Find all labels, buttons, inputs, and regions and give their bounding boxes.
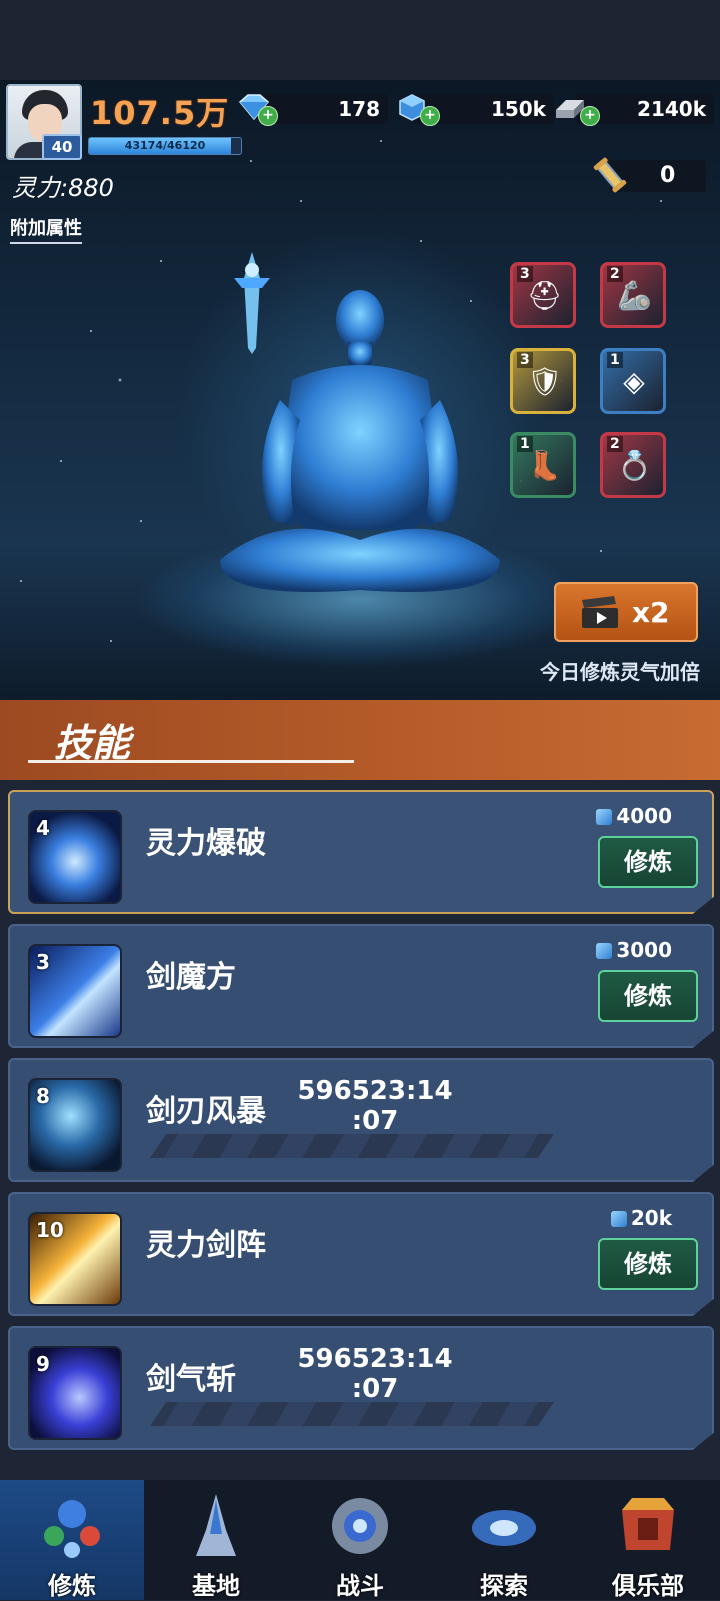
nav-tab-base[interactable]: 基地 bbox=[144, 1480, 288, 1600]
skills-title-underline bbox=[28, 760, 354, 763]
nav-tab-label: 探索 bbox=[480, 1572, 528, 1600]
skill-level: 8 bbox=[36, 1084, 50, 1108]
scroll-key-icon bbox=[593, 157, 627, 193]
equip-slot-armor[interactable]: 3 🛡 bbox=[510, 348, 576, 414]
nav-tab-label: 修炼 bbox=[48, 1572, 96, 1600]
skill-cooldown-timer: 596523:14 :07 bbox=[297, 1344, 453, 1404]
add-ingot-button[interactable]: + bbox=[580, 106, 600, 126]
skill-progress-bar bbox=[150, 1402, 554, 1426]
skill-card[interactable]: 3 剑魔方 3000 修炼 bbox=[8, 924, 714, 1048]
diamond-count: 178 bbox=[264, 94, 388, 124]
equip-slot-belt[interactable]: 1 ◈ bbox=[600, 348, 666, 414]
skill-name: 剑魔方 bbox=[146, 960, 236, 995]
skill-name: 剑刃风暴 bbox=[146, 1094, 266, 1129]
xp-bar: 43174/46120 bbox=[88, 137, 242, 155]
nav-tab-explore[interactable]: 探索 bbox=[432, 1480, 576, 1600]
skill-icon: 9 bbox=[28, 1346, 122, 1440]
base-icon bbox=[196, 1494, 236, 1556]
skill-name: 剑气斩 bbox=[146, 1362, 236, 1397]
skill-cost: 20k bbox=[610, 1206, 672, 1230]
player-level-badge: 40 bbox=[42, 134, 82, 160]
helmet-icon: ⛑ bbox=[527, 279, 563, 312]
skill-cost-value: 4000 bbox=[616, 804, 672, 828]
equip-slot-gauntlet[interactable]: 2 🦾 bbox=[600, 262, 666, 328]
nav-tab-battle[interactable]: 战斗 bbox=[288, 1480, 432, 1600]
skill-name: 灵力爆破 bbox=[146, 826, 266, 861]
blue-cube-icon bbox=[596, 809, 613, 825]
skill-level: 4 bbox=[36, 816, 50, 840]
skill-icon: 4 bbox=[28, 810, 122, 904]
equip-slot-helmet[interactable]: 3 ⛑ bbox=[510, 262, 576, 328]
train-skill-button[interactable]: 修炼 bbox=[598, 970, 698, 1022]
skill-level: 9 bbox=[36, 1352, 50, 1376]
video-clapper-icon bbox=[582, 596, 618, 628]
skill-icon: 8 bbox=[28, 1078, 122, 1172]
gauntlet-icon: 🦾 bbox=[617, 279, 652, 312]
skill-cost-value: 20k bbox=[630, 1206, 672, 1230]
skill-cooldown-timer: 596523:14 :07 bbox=[297, 1076, 453, 1136]
combat-power: 107.5万 bbox=[90, 94, 230, 132]
equip-slot-boots[interactable]: 1 👢 bbox=[510, 432, 576, 498]
skills-title: 技能 bbox=[54, 721, 131, 765]
blue-cube-icon bbox=[596, 943, 613, 959]
skill-icon: 3 bbox=[28, 944, 122, 1038]
skill-cost: 3000 bbox=[596, 938, 672, 962]
club-icon bbox=[622, 1498, 674, 1550]
ring-icon: 💍 bbox=[617, 449, 652, 482]
spirit-power-label: 灵力:880 bbox=[12, 174, 114, 202]
battle-icon bbox=[332, 1498, 388, 1554]
double-multiplier-label: x2 bbox=[632, 596, 670, 629]
belt-icon: ◈ bbox=[623, 365, 645, 398]
double-cultivation-note: 今日修炼灵气加倍 bbox=[540, 660, 700, 684]
skill-list[interactable]: 4 灵力爆破 4000 修炼 3 剑魔方 3000 修炼 8 剑刃风暴 596523:14 :07 1… bbox=[0, 782, 720, 1482]
skill-level: 3 bbox=[36, 950, 50, 974]
skill-card[interactable]: 4 灵力爆破 4000 修炼 bbox=[8, 790, 714, 914]
add-diamond-button[interactable]: + bbox=[258, 106, 278, 126]
double-cultivation-button[interactable]: x2 bbox=[554, 582, 698, 642]
skill-cost-value: 3000 bbox=[616, 938, 672, 962]
nav-tab-label: 俱乐部 bbox=[612, 1572, 684, 1600]
skill-card[interactable]: 9 剑气斩 596523:14 :07 bbox=[8, 1326, 714, 1450]
train-skill-button[interactable]: 修炼 bbox=[598, 1238, 698, 1290]
skill-level: 10 bbox=[36, 1218, 64, 1242]
skill-card[interactable]: 8 剑刃风暴 596523:14 :07 bbox=[8, 1058, 714, 1182]
train-skill-button[interactable]: 修炼 bbox=[598, 836, 698, 888]
explore-icon bbox=[472, 1510, 536, 1546]
equip-slot-ring[interactable]: 2 💍 bbox=[600, 432, 666, 498]
nav-tab-club[interactable]: 俱乐部 bbox=[576, 1480, 720, 1600]
nav-tab-label: 基地 bbox=[192, 1572, 240, 1600]
skill-name: 灵力剑阵 bbox=[146, 1228, 266, 1263]
add-cube-button[interactable]: + bbox=[420, 106, 440, 126]
skill-progress-bar bbox=[150, 1134, 554, 1158]
xp-text: 43174/46120 bbox=[124, 139, 206, 152]
status-bar bbox=[0, 0, 720, 80]
skill-card[interactable]: 10 灵力剑阵 20k 修炼 bbox=[8, 1192, 714, 1316]
skill-cost: 4000 bbox=[596, 804, 672, 828]
extra-attributes-link[interactable]: 附加属性 bbox=[10, 214, 82, 244]
bottom-navigation: 修炼 基地 战斗 探索 俱乐部 bbox=[0, 1480, 720, 1600]
meditating-figure bbox=[220, 290, 500, 592]
armor-icon: 🛡 bbox=[527, 365, 563, 398]
blue-cube-icon bbox=[610, 1211, 627, 1227]
nav-tab-label: 战斗 bbox=[336, 1572, 384, 1600]
key-count: 0 bbox=[660, 163, 676, 188]
nav-tab-cultivate[interactable]: 修炼 bbox=[0, 1480, 144, 1600]
boots-icon: 👢 bbox=[527, 449, 562, 482]
cultivate-icon bbox=[44, 1500, 100, 1558]
skill-icon: 10 bbox=[28, 1212, 122, 1306]
